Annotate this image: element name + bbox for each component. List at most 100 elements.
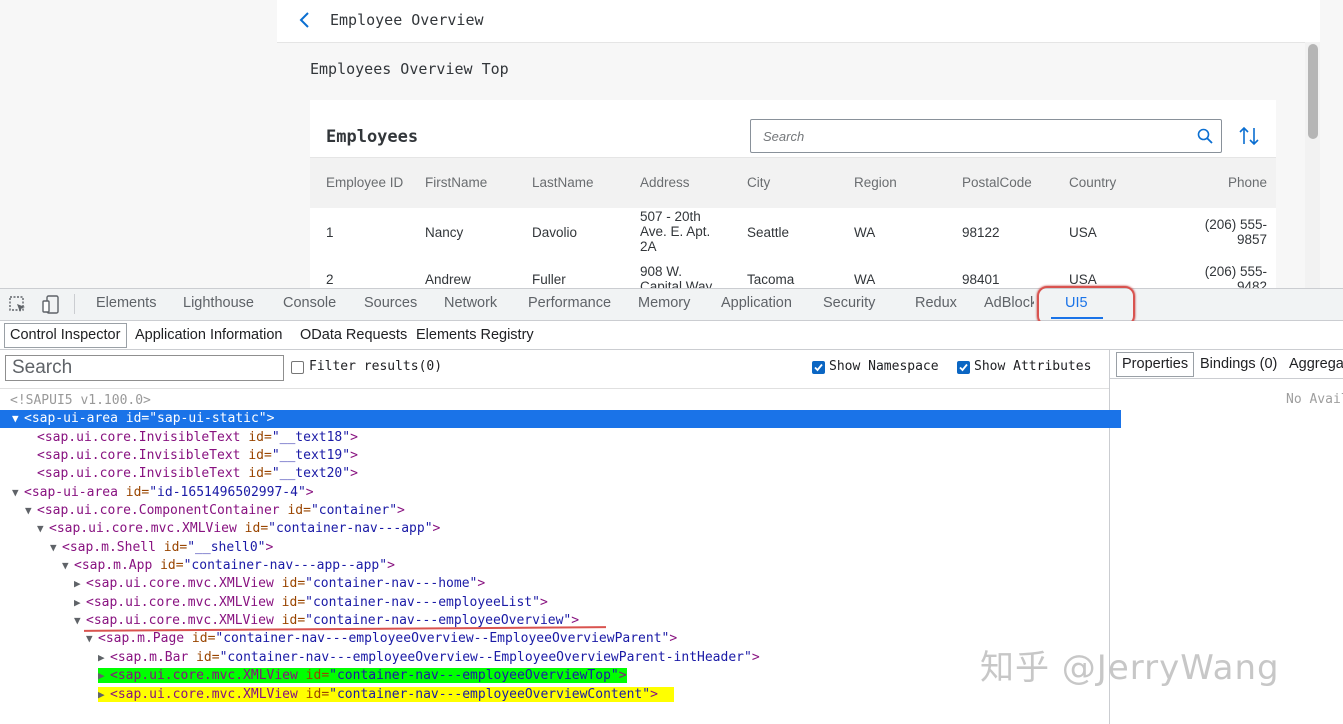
- cell-region: WA: [854, 272, 876, 287]
- column-header-phone[interactable]: Phone: [1228, 175, 1267, 190]
- tree-node[interactable]: ▶ <sap.ui.core.mvc.XMLView id="container-…: [0, 575, 1183, 593]
- no-available-message: No Available: [1286, 392, 1343, 407]
- subtab-odata-requests[interactable]: OData Requests: [300, 327, 407, 343]
- tree-node[interactable]: <sap.ui.core.InvisibleText id="__text20"…: [0, 465, 1146, 483]
- tab-security[interactable]: Security: [823, 295, 875, 311]
- tree-node[interactable]: <sap.ui.core.InvisibleText id="__text18"…: [0, 429, 1146, 447]
- phone-line: (206) 555-: [1204, 217, 1267, 232]
- cell-employee-id: 2: [326, 272, 334, 287]
- column-header-country[interactable]: Country: [1069, 175, 1116, 190]
- tree-node[interactable]: ▼ <sap-ui-area id="sap-ui-static">: [0, 410, 1121, 428]
- column-header-address[interactable]: Address: [640, 175, 690, 190]
- table-title: Employees: [326, 127, 419, 147]
- tab-sources[interactable]: Sources: [364, 295, 417, 311]
- phone-line: (206) 555-: [1204, 264, 1267, 279]
- watermark: 知乎 @JerryWang: [980, 648, 1280, 688]
- tab-bindings[interactable]: Bindings (0): [1200, 356, 1277, 372]
- show-namespace-checkbox[interactable]: [812, 361, 825, 374]
- address-line: Ave. E. Apt.: [640, 224, 711, 239]
- tab-performance[interactable]: Performance: [528, 295, 611, 311]
- subtab-control-inspector[interactable]: Control Inspector: [10, 327, 120, 343]
- tree-node[interactable]: ▼ <sap.ui.core.ComponentContainer id="con…: [0, 502, 1134, 520]
- toolbar-divider: [0, 388, 1109, 389]
- tab-aggregations[interactable]: Aggregations: [1289, 356, 1343, 372]
- tab-properties[interactable]: Properties: [1122, 356, 1188, 372]
- cell-firstname: Andrew: [425, 272, 471, 287]
- subtab-application-information[interactable]: Application Information: [135, 327, 283, 343]
- show-namespace-label: Show Namespace: [829, 359, 939, 374]
- collapse-arrow-icon[interactable]: ▶: [74, 575, 86, 593]
- subtab-elements-registry[interactable]: Elements Registry: [416, 327, 534, 343]
- cell-city: Tacoma: [747, 272, 795, 287]
- tree-node[interactable]: ▶ <sap.ui.core.mvc.XMLView id="container-…: [0, 686, 674, 704]
- cell-city: Seattle: [747, 225, 790, 240]
- address-line: 2A: [640, 239, 657, 254]
- employee-search-field[interactable]: [750, 119, 1222, 153]
- cell-address: 908 W. Capital Way: [640, 264, 712, 288]
- column-header-firstname[interactable]: FirstName: [425, 175, 487, 190]
- collapse-arrow-icon[interactable]: ▶: [74, 594, 86, 612]
- collapse-arrow-icon[interactable]: ▶: [98, 667, 110, 685]
- back-button[interactable]: [294, 8, 316, 32]
- tab-elements[interactable]: Elements: [96, 295, 156, 311]
- collapse-arrow-icon[interactable]: ▶: [98, 649, 110, 667]
- address-line: Capital Way: [640, 279, 713, 288]
- expand-arrow-icon[interactable]: ▼: [12, 484, 24, 502]
- toolbar-divider: [74, 294, 75, 314]
- table-row[interactable]: 2 Andrew Fuller 908 W. Capital Way Tacom…: [310, 257, 1276, 288]
- filter-results-checkbox[interactable]: [291, 361, 304, 374]
- employee-search-input[interactable]: [763, 120, 1183, 152]
- phone-line: 9482: [1236, 279, 1267, 288]
- checkmark-icon: [959, 363, 968, 372]
- show-attributes-checkbox[interactable]: [957, 361, 970, 374]
- cell-region: WA: [854, 225, 876, 240]
- tab-redux[interactable]: Redux: [915, 295, 957, 311]
- expand-arrow-icon[interactable]: ▼: [62, 557, 74, 575]
- expand-arrow-icon[interactable]: ▼: [12, 410, 24, 428]
- chevron-left-icon: [299, 12, 309, 28]
- cell-postalcode: 98122: [962, 225, 1000, 240]
- phone-line: 9857: [1236, 232, 1267, 247]
- tree-node[interactable]: <sap.ui.core.InvisibleText id="__text19"…: [0, 447, 1146, 465]
- expand-arrow-icon[interactable]: ▼: [74, 612, 86, 630]
- checkmark-icon: [814, 363, 823, 372]
- column-header-city[interactable]: City: [747, 175, 770, 190]
- expand-arrow-icon[interactable]: ▼: [86, 630, 98, 648]
- app-scrollbar-thumb[interactable]: [1308, 44, 1318, 139]
- cell-employee-id: 1: [326, 225, 334, 240]
- device-toolbar-icon[interactable]: [42, 295, 60, 314]
- cell-phone: (206) 555- 9857: [1205, 217, 1267, 247]
- tab-network[interactable]: Network: [444, 295, 497, 311]
- select-element-icon[interactable]: [9, 296, 27, 314]
- column-header-employee-id[interactable]: Employee ID: [326, 175, 403, 190]
- page-title: Employee Overview: [330, 11, 484, 29]
- search-icon[interactable]: [1197, 128, 1213, 144]
- tree-node[interactable]: ▼ <sap.m.Shell id="__shell0">: [0, 539, 1159, 557]
- tree-node[interactable]: ▶ <sap.ui.core.mvc.XMLView id="container-…: [0, 594, 1183, 612]
- tree-search-input[interactable]: [5, 355, 284, 381]
- tree-node[interactable]: ▶ <sap.ui.core.mvc.XMLView id="container-…: [0, 667, 627, 685]
- table-column-header-row: Employee ID FirstName LastName Address C…: [310, 157, 1276, 209]
- tree-node[interactable]: ▼ <sap-ui-area id="id-1651496502997-4">: [0, 484, 1121, 502]
- address-line: 507 - 20th: [640, 209, 701, 224]
- sort-icon[interactable]: [1238, 124, 1260, 148]
- table-row[interactable]: 1 Nancy Davolio 507 - 20th Ave. E. Apt. …: [310, 208, 1276, 259]
- tab-ui5[interactable]: UI5: [1065, 295, 1088, 311]
- cell-phone: (206) 555- 9482: [1205, 264, 1267, 288]
- expand-arrow-icon[interactable]: ▼: [37, 520, 49, 538]
- tab-lighthouse[interactable]: Lighthouse: [183, 295, 254, 311]
- tab-application[interactable]: Application: [721, 295, 792, 311]
- column-header-postalcode[interactable]: PostalCode: [962, 175, 1032, 190]
- column-header-lastname[interactable]: LastName: [532, 175, 594, 190]
- collapse-arrow-icon[interactable]: ▶: [98, 686, 110, 704]
- tab-memory[interactable]: Memory: [638, 295, 690, 311]
- cell-firstname: Nancy: [425, 225, 464, 240]
- tree-node[interactable]: ▼ <sap.ui.core.mvc.XMLView id="container-…: [0, 520, 1146, 538]
- tree-node[interactable]: ▼ <sap.m.App id="container-nav---app--app…: [0, 557, 1171, 575]
- cell-country: USA: [1069, 272, 1097, 287]
- expand-arrow-icon[interactable]: ▼: [25, 502, 37, 520]
- column-header-region[interactable]: Region: [854, 175, 897, 190]
- expand-arrow-icon[interactable]: ▼: [50, 539, 62, 557]
- tab-console[interactable]: Console: [283, 295, 336, 311]
- tab-adblock[interactable]: AdBlock: [984, 295, 1034, 311]
